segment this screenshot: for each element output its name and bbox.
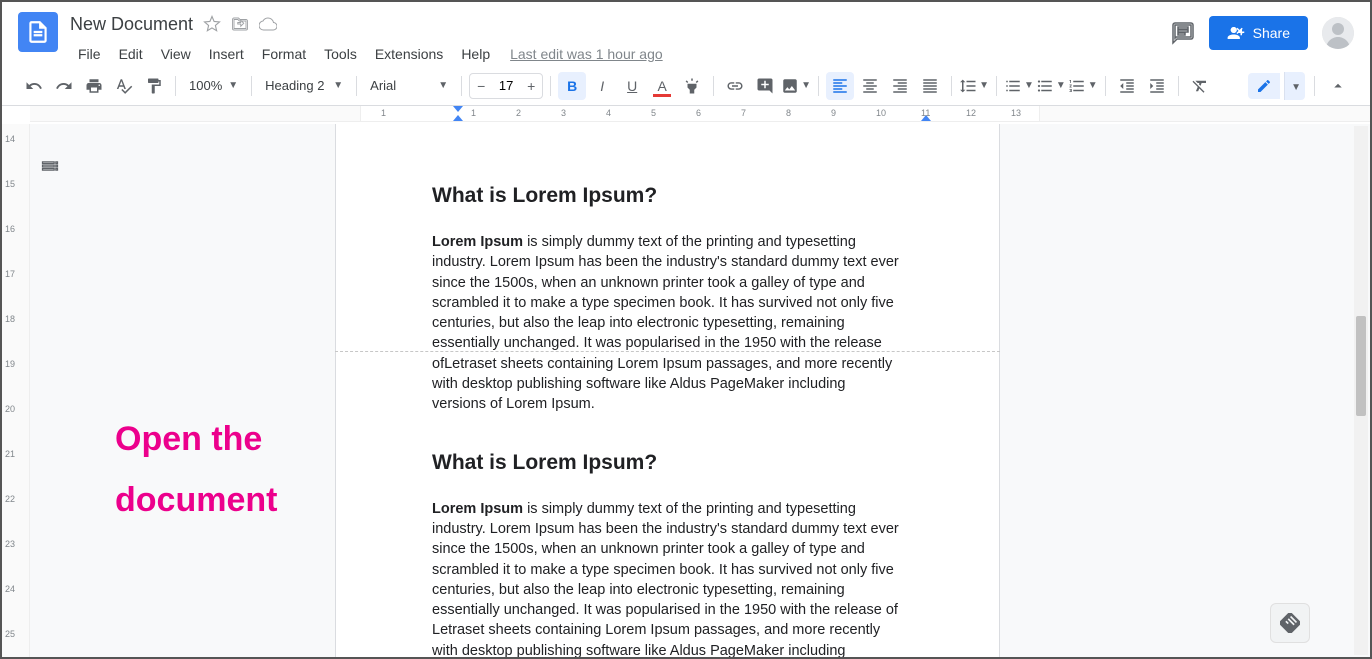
redo-button[interactable] — [50, 72, 78, 100]
star-icon[interactable] — [203, 15, 221, 33]
align-left-button[interactable] — [826, 72, 854, 100]
bold-button[interactable]: B — [558, 72, 586, 100]
handwritten-annotation: Open the document — [115, 409, 277, 531]
font-size-decrease[interactable]: − — [470, 74, 492, 98]
comment-history-icon[interactable] — [1171, 21, 1195, 45]
zoom-select[interactable]: 100%▼ — [183, 74, 244, 97]
last-edit-link[interactable]: Last edit was 1 hour ago — [510, 46, 663, 62]
doc-paragraph-1[interactable]: Lorem Ipsum is simply dummy text of the … — [432, 232, 903, 415]
align-justify-button[interactable] — [916, 72, 944, 100]
menu-insert[interactable]: Insert — [201, 42, 252, 66]
menu-tools[interactable]: Tools — [316, 42, 365, 66]
paint-format-button[interactable] — [140, 72, 168, 100]
collapse-toolbar-button[interactable] — [1324, 72, 1352, 100]
editing-mode-button[interactable] — [1248, 73, 1280, 99]
menu-help[interactable]: Help — [453, 42, 498, 66]
clear-formatting-button[interactable] — [1186, 72, 1214, 100]
user-avatar[interactable] — [1322, 17, 1354, 49]
menu-format[interactable]: Format — [254, 42, 314, 66]
document-title[interactable]: New Document — [70, 14, 193, 35]
doc-heading-2[interactable]: What is Lorem Ipsum? — [432, 451, 903, 475]
scrollbar-thumb[interactable] — [1356, 316, 1366, 416]
docs-logo[interactable] — [18, 12, 58, 52]
explore-button[interactable] — [1270, 603, 1310, 643]
document-page[interactable]: What is Lorem Ipsum? Lorem Ipsum is simp… — [335, 124, 1000, 657]
bulleted-list-button[interactable]: ▼ — [1036, 72, 1066, 100]
move-icon[interactable] — [231, 15, 249, 33]
horizontal-ruler[interactable]: 112345678910111213 — [30, 106, 1370, 122]
text-color-button[interactable]: A — [648, 72, 676, 100]
checklist-button[interactable]: ▼ — [1004, 72, 1034, 100]
style-select[interactable]: Heading 2▼ — [259, 74, 349, 97]
menu-file[interactable]: File — [70, 42, 109, 66]
share-label: Share — [1253, 25, 1290, 41]
align-right-button[interactable] — [886, 72, 914, 100]
editing-mode-dropdown[interactable]: ▼ — [1284, 72, 1305, 100]
decrease-indent-button[interactable] — [1113, 72, 1141, 100]
print-button[interactable] — [80, 72, 108, 100]
menu-extensions[interactable]: Extensions — [367, 42, 451, 66]
undo-button[interactable] — [20, 72, 48, 100]
italic-button[interactable]: I — [588, 72, 616, 100]
font-size-increase[interactable]: + — [520, 74, 542, 98]
doc-heading-1[interactable]: What is Lorem Ipsum? — [432, 184, 903, 208]
numbered-list-button[interactable]: ▼ — [1068, 72, 1098, 100]
cloud-status-icon[interactable] — [259, 15, 277, 33]
font-select[interactable]: Arial▼ — [364, 74, 454, 97]
insert-image-button[interactable]: ▼ — [781, 72, 811, 100]
doc-paragraph-2[interactable]: Lorem Ipsum is simply dummy text of the … — [432, 499, 903, 657]
insert-link-button[interactable] — [721, 72, 749, 100]
underline-button[interactable]: U — [618, 72, 646, 100]
spellcheck-button[interactable] — [110, 72, 138, 100]
outline-button[interactable] — [40, 156, 64, 180]
vertical-ruler[interactable]: 141516171819202122232425 — [2, 124, 30, 657]
vertical-scrollbar[interactable] — [1354, 126, 1368, 655]
menu-view[interactable]: View — [153, 42, 199, 66]
highlight-button[interactable] — [678, 72, 706, 100]
page-break-indicator — [335, 351, 1000, 352]
increase-indent-button[interactable] — [1143, 72, 1171, 100]
align-center-button[interactable] — [856, 72, 884, 100]
menu-edit[interactable]: Edit — [111, 42, 151, 66]
font-size-input[interactable] — [492, 78, 520, 93]
insert-comment-button[interactable] — [751, 72, 779, 100]
line-spacing-button[interactable]: ▼ — [959, 72, 989, 100]
share-button[interactable]: Share — [1209, 16, 1308, 50]
